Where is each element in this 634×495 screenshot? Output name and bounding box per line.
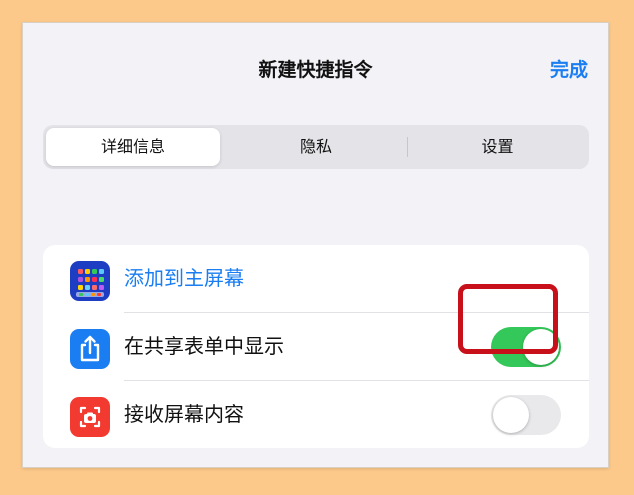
segmented-control: 详细信息 隐私 设置 <box>43 125 589 169</box>
share-icon <box>70 329 110 369</box>
tab-details[interactable]: 详细信息 <box>46 128 220 166</box>
highlight-box <box>458 284 558 354</box>
toggle-knob <box>493 397 529 433</box>
tab-settings[interactable]: 设置 <box>409 128 586 166</box>
segment-divider <box>407 137 408 157</box>
new-shortcut-sheet: 新建快捷指令 完成 详细信息 隐私 设置 添加到主屏幕 在共享表单中显示 接收屏… <box>22 22 609 468</box>
home-screen-grid-icon <box>70 261 110 301</box>
tab-privacy[interactable]: 隐私 <box>225 128 407 166</box>
receive-screen-content-row: 接收屏幕内容 <box>43 381 589 448</box>
show-in-share-sheet-label: 在共享表单中显示 <box>124 334 284 358</box>
receive-screen-content-label: 接收屏幕内容 <box>124 402 244 426</box>
screen-content-toggle[interactable] <box>491 395 561 435</box>
screenshot-icon <box>70 397 110 437</box>
done-button[interactable]: 完成 <box>550 57 588 83</box>
page-title: 新建快捷指令 <box>258 59 373 81</box>
add-to-home-screen-label[interactable]: 添加到主屏幕 <box>124 245 244 312</box>
